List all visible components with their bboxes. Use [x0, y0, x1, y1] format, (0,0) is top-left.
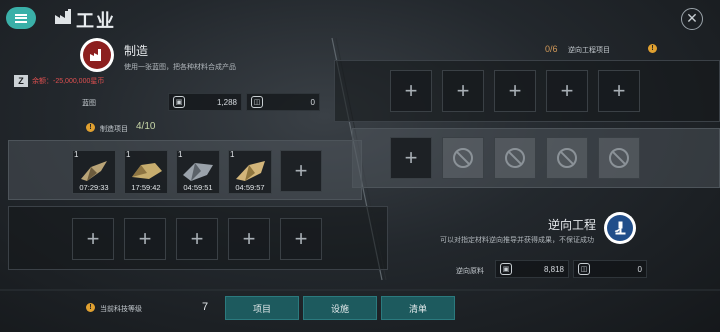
locked-slot: [442, 137, 484, 179]
add-reverse-slot[interactable]: +: [598, 70, 640, 112]
locked-slot: [598, 137, 640, 179]
plus-icon: +: [138, 226, 152, 251]
add-manufacturing-slot[interactable]: +: [72, 218, 114, 260]
add-manufacturing-slot[interactable]: +: [176, 218, 218, 260]
plus-icon: +: [86, 226, 100, 251]
warning-icon: !: [86, 303, 95, 312]
item-timer: 07:29:33: [79, 183, 109, 192]
add-reverse-slot[interactable]: +: [390, 137, 432, 179]
close-button[interactable]: ✕: [681, 8, 703, 30]
corp-badge: Z: [14, 75, 28, 87]
menu-button[interactable]: [6, 7, 36, 29]
blueprint-value-2: 0: [310, 98, 315, 107]
plus-icon: +: [404, 145, 418, 170]
add-reverse-slot[interactable]: +: [390, 70, 432, 112]
reverse-material-label: 逆向原料: [456, 268, 484, 275]
add-manufacturing-slot[interactable]: +: [124, 218, 166, 260]
manufacturing-item[interactable]: 1 04:59:51: [176, 150, 220, 194]
item-timer: 17:59:42: [131, 183, 161, 192]
add-manufacturing-slot[interactable]: +: [280, 218, 322, 260]
ship-icon: [132, 163, 162, 179]
add-manufacturing-slot[interactable]: +: [280, 150, 322, 192]
tab-facilities[interactable]: 设施: [303, 296, 377, 320]
item-timer: 04:59:57: [235, 183, 265, 192]
plus-icon: +: [242, 226, 256, 251]
tab-projects[interactable]: 项目: [225, 296, 299, 320]
reverse-material-value: 8,818: [543, 265, 564, 274]
locked-slot: [546, 137, 588, 179]
plus-icon: +: [190, 226, 204, 251]
ship-icon: [236, 161, 265, 181]
plus-icon: +: [294, 226, 308, 251]
plus-icon: +: [294, 158, 308, 183]
reverse-material-value-2: 0: [637, 265, 642, 274]
factory-small-icon: [90, 49, 101, 61]
reverse-engineering-icon: [604, 212, 636, 244]
blueprint-label: 蓝图: [82, 100, 96, 107]
microscope-icon: [614, 221, 626, 235]
prohibited-icon: [453, 148, 473, 168]
balance-text: 余额：-25,000,000星币: [32, 78, 105, 85]
blueprint-stat-2: ◫ 0: [246, 93, 320, 111]
reverse-project-count: 0/6: [545, 44, 558, 54]
blueprint-value: 1,288: [216, 98, 237, 107]
ship-icon: [81, 161, 107, 181]
add-reverse-slot[interactable]: +: [546, 70, 588, 112]
blueprint-icon: ▣: [173, 96, 185, 108]
prohibited-icon: [609, 148, 629, 168]
reverse-material-stat: ▣ 8,818: [495, 260, 569, 278]
manufacturing-title: 制造: [124, 44, 149, 58]
manufacturing-icon: [80, 38, 114, 72]
project-count: 4/10: [136, 121, 156, 132]
close-icon: ✕: [686, 10, 698, 26]
plus-icon: +: [612, 78, 626, 103]
add-reverse-slot[interactable]: +: [442, 70, 484, 112]
ship-icon: [183, 163, 213, 181]
reverse-project-label: 逆向工程项目: [568, 47, 610, 54]
blueprint-stat: ▣ 1,288: [168, 93, 242, 111]
reverse-description: 可以对指定材料逆向推导并获得成果，不保证成功: [440, 237, 594, 244]
plus-icon: +: [404, 78, 418, 103]
item-timer: 04:59:51: [183, 183, 213, 192]
manufacturing-item[interactable]: 1 04:59:57: [228, 150, 272, 194]
manufacturing-item[interactable]: 1 17:59:42: [124, 150, 168, 194]
add-reverse-slot[interactable]: +: [494, 70, 536, 112]
material-icon: ▣: [500, 263, 512, 275]
copy-icon: ◫: [251, 96, 263, 108]
tech-level-label: 当前科技等级: [100, 306, 142, 313]
tab-list[interactable]: 清单: [381, 296, 455, 320]
factory-icon: [55, 9, 71, 24]
page-title: 工业: [76, 11, 116, 31]
project-label: 制造项目: [100, 126, 128, 133]
reverse-material-stat-2: ◫ 0: [573, 260, 647, 278]
plus-icon: +: [560, 78, 574, 103]
plus-icon: +: [456, 78, 470, 103]
menu-icon: [15, 13, 27, 23]
warning-icon: !: [648, 44, 657, 53]
prohibited-icon: [557, 148, 577, 168]
manufacturing-item[interactable]: 1 07:29:33: [72, 150, 116, 194]
copy-icon: ◫: [578, 263, 590, 275]
tech-level-value: 7: [202, 301, 209, 313]
manufacturing-description: 使用一张蓝图，把各种材料合成产品: [124, 64, 236, 71]
locked-slot: [494, 137, 536, 179]
plus-icon: +: [508, 78, 522, 103]
warning-icon: !: [86, 123, 95, 132]
add-manufacturing-slot[interactable]: +: [228, 218, 270, 260]
reverse-title: 逆向工程: [548, 218, 597, 232]
prohibited-icon: [505, 148, 525, 168]
